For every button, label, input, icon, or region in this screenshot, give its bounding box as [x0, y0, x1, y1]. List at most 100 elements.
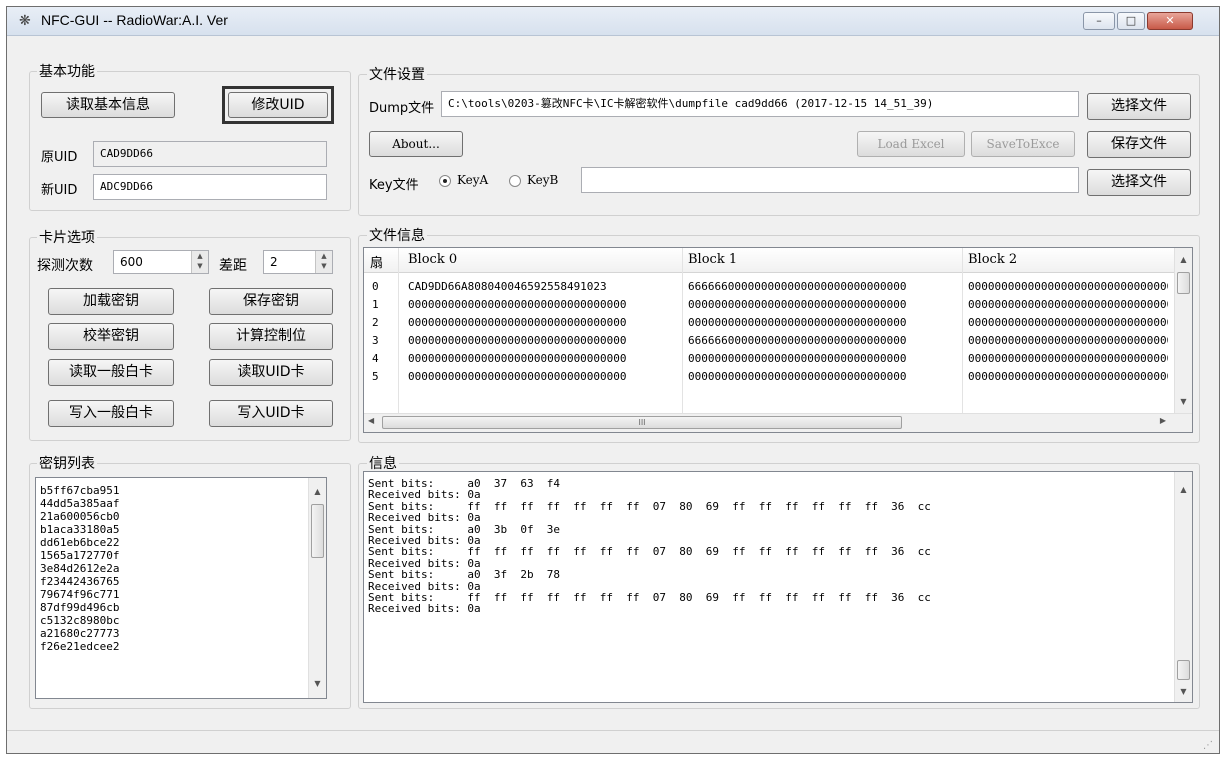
- grid-vertical-scrollbar[interactable]: ▲ ▼: [1174, 248, 1192, 414]
- modify-uid-button[interactable]: 修改UID: [228, 92, 328, 118]
- write-normal-card-button[interactable]: 写入一般白卡: [48, 400, 174, 427]
- keya-label: KeyA: [457, 173, 489, 187]
- diff-label: 差距: [219, 258, 247, 274]
- table-cell: 000000000000000000000000000000000: [968, 370, 1168, 383]
- keyb-radio[interactable]: [509, 175, 521, 187]
- scroll-right-icon[interactable]: ▶: [1160, 416, 1166, 425]
- choose-dump-file-button[interactable]: 选择文件: [1087, 93, 1191, 120]
- table-cell: 000000000000000000000000000000000: [968, 316, 1168, 329]
- dump-file-path[interactable]: C:\tools\0203-篡改NFC卡\IC卡解密软件\dumpfile ca…: [441, 91, 1079, 117]
- table-row[interactable]: 1 000000000000000000000000000000000 0000…: [364, 296, 1192, 314]
- save-file-button[interactable]: 保存文件: [1087, 131, 1191, 158]
- column-header-sector[interactable]: 扇: [370, 252, 383, 271]
- basic-functions-label: 基本功能: [37, 61, 97, 81]
- minimize-button[interactable]: –: [1083, 12, 1115, 30]
- spinner-arrows-icon[interactable]: ▲ ▼: [191, 251, 208, 273]
- scroll-up-icon[interactable]: ▲: [1175, 252, 1192, 268]
- orig-uid-field[interactable]: CAD9DD66: [93, 141, 327, 167]
- column-header-block1[interactable]: Block 1: [688, 252, 737, 267]
- table-row[interactable]: 3 000000000000000000000000000000000 6666…: [364, 332, 1192, 350]
- scroll-up-icon[interactable]: ▲: [1175, 482, 1192, 498]
- save-keys-button[interactable]: 保存密钥: [209, 288, 333, 315]
- diff-spinner[interactable]: 2 ▲ ▼: [263, 250, 333, 274]
- list-item[interactable]: 21a600056cb0: [40, 510, 119, 523]
- read-normal-card-button[interactable]: 读取一般白卡: [48, 359, 174, 386]
- table-cell: 000000000000000000000000000000000: [408, 370, 627, 383]
- list-item[interactable]: b5ff67cba951: [40, 484, 119, 497]
- log-line: Received bits: 0a: [368, 602, 481, 616]
- scroll-thumb[interactable]: [311, 504, 324, 558]
- scroll-down-icon[interactable]: ▼: [1175, 394, 1192, 410]
- scroll-thumb[interactable]: [1177, 272, 1190, 294]
- read-uid-card-button[interactable]: 读取UID卡: [209, 359, 333, 386]
- save-to-excel-button[interactable]: SaveToExce: [971, 131, 1075, 157]
- write-uid-card-button[interactable]: 写入UID卡: [209, 400, 333, 427]
- key-list-scrollbar[interactable]: ▲ ▼: [308, 478, 326, 698]
- table-cell: 000000000000000000000000000000000: [688, 298, 907, 311]
- list-item[interactable]: a21680c27773: [40, 627, 119, 640]
- table-row[interactable]: 0 CAD9DD66A808040046592558491023 6666660…: [364, 278, 1192, 296]
- probe-count-label: 探测次数: [37, 258, 93, 274]
- list-item[interactable]: 87df99d496cb: [40, 601, 119, 614]
- scroll-thumb[interactable]: III: [382, 416, 902, 429]
- table-cell: 1: [372, 298, 379, 311]
- probe-count-spinner[interactable]: 600 ▲ ▼: [113, 250, 209, 274]
- maximize-button[interactable]: □: [1117, 12, 1145, 30]
- column-header-block0[interactable]: Block 0: [408, 252, 457, 267]
- key-list[interactable]: b5ff67cba951 44dd5a385aaf 21a600056cb0 b…: [35, 477, 327, 699]
- card-options-label: 卡片选项: [37, 227, 97, 247]
- keya-radio[interactable]: [439, 175, 451, 187]
- list-item[interactable]: b1aca33180a5: [40, 523, 119, 536]
- key-list-label: 密钥列表: [37, 453, 97, 473]
- diff-value: 2: [270, 255, 278, 269]
- file-info-label: 文件信息: [367, 225, 427, 245]
- log-textarea[interactable]: Sent bits: a0 37 63 f4 Received bits: 0a…: [363, 471, 1193, 703]
- table-cell: 000000000000000000000000000000000: [968, 334, 1168, 347]
- choose-key-file-button[interactable]: 选择文件: [1087, 169, 1191, 196]
- grid-horizontal-scrollbar[interactable]: ◀ III ▶: [364, 413, 1192, 432]
- app-icon: ❋: [19, 13, 31, 29]
- list-item[interactable]: c5132c8980bc: [40, 614, 119, 627]
- title-bar: ❋ NFC-GUI -- RadioWar:A.I. Ver – □ ✕: [7, 7, 1219, 36]
- scroll-thumb[interactable]: [1177, 660, 1190, 680]
- table-cell: 000000000000000000000000000000000: [688, 316, 907, 329]
- enumerate-keys-button[interactable]: 校举密钥: [48, 323, 174, 350]
- log-scrollbar[interactable]: ▲ ▼: [1174, 472, 1192, 702]
- key-file-label: Key文件: [369, 178, 419, 193]
- list-item[interactable]: 3e84d2612e2a: [40, 562, 119, 575]
- load-excel-button[interactable]: Load Excel: [857, 131, 965, 157]
- scroll-up-icon[interactable]: ▲: [309, 484, 326, 500]
- list-item[interactable]: 79674f96c771: [40, 588, 119, 601]
- read-basic-info-button[interactable]: 读取基本信息: [41, 92, 175, 118]
- column-header-block2[interactable]: Block 2: [968, 252, 1017, 267]
- spinner-arrows-icon[interactable]: ▲ ▼: [315, 251, 332, 273]
- load-keys-button[interactable]: 加载密钥: [48, 288, 174, 315]
- list-item[interactable]: f23442436765: [40, 575, 119, 588]
- list-item[interactable]: f26e21edcee2: [40, 640, 119, 653]
- close-button[interactable]: ✕: [1147, 12, 1193, 30]
- scroll-down-icon[interactable]: ▼: [309, 676, 326, 692]
- log-line: Received bits: 0a: [368, 511, 481, 525]
- file-settings-label: 文件设置: [367, 64, 427, 84]
- table-row[interactable]: 5 000000000000000000000000000000000 0000…: [364, 368, 1192, 386]
- table-cell: 000000000000000000000000000000000: [968, 298, 1168, 311]
- scroll-left-icon[interactable]: ◀: [368, 416, 374, 425]
- table-row[interactable]: 4 000000000000000000000000000000000 0000…: [364, 350, 1192, 368]
- status-bar: ⋰: [7, 730, 1219, 753]
- about-button[interactable]: About...: [369, 131, 463, 157]
- list-item[interactable]: 1565a172770f: [40, 549, 119, 562]
- table-cell: 000000000000000000000000000000000: [408, 316, 627, 329]
- table-row[interactable]: 2 000000000000000000000000000000000 0000…: [364, 314, 1192, 332]
- grid-header: 扇 Block 0 Block 1 Block 2: [364, 248, 1192, 273]
- key-file-path[interactable]: [581, 167, 1079, 193]
- table-cell: CAD9DD66A808040046592558491023: [408, 280, 607, 293]
- resize-grip-icon[interactable]: ⋰: [1203, 740, 1213, 751]
- block-data-grid[interactable]: 扇 Block 0 Block 1 Block 2 0 CAD9DD66A808…: [363, 247, 1193, 433]
- table-cell: 000000000000000000000000000000000: [408, 298, 627, 311]
- compute-control-bits-button[interactable]: 计算控制位: [209, 323, 333, 350]
- table-cell: 0: [372, 280, 379, 293]
- new-uid-field[interactable]: ADC9DD66: [93, 174, 327, 200]
- list-item[interactable]: dd61eb6bce22: [40, 536, 119, 549]
- list-item[interactable]: 44dd5a385aaf: [40, 497, 119, 510]
- scroll-down-icon[interactable]: ▼: [1175, 684, 1192, 700]
